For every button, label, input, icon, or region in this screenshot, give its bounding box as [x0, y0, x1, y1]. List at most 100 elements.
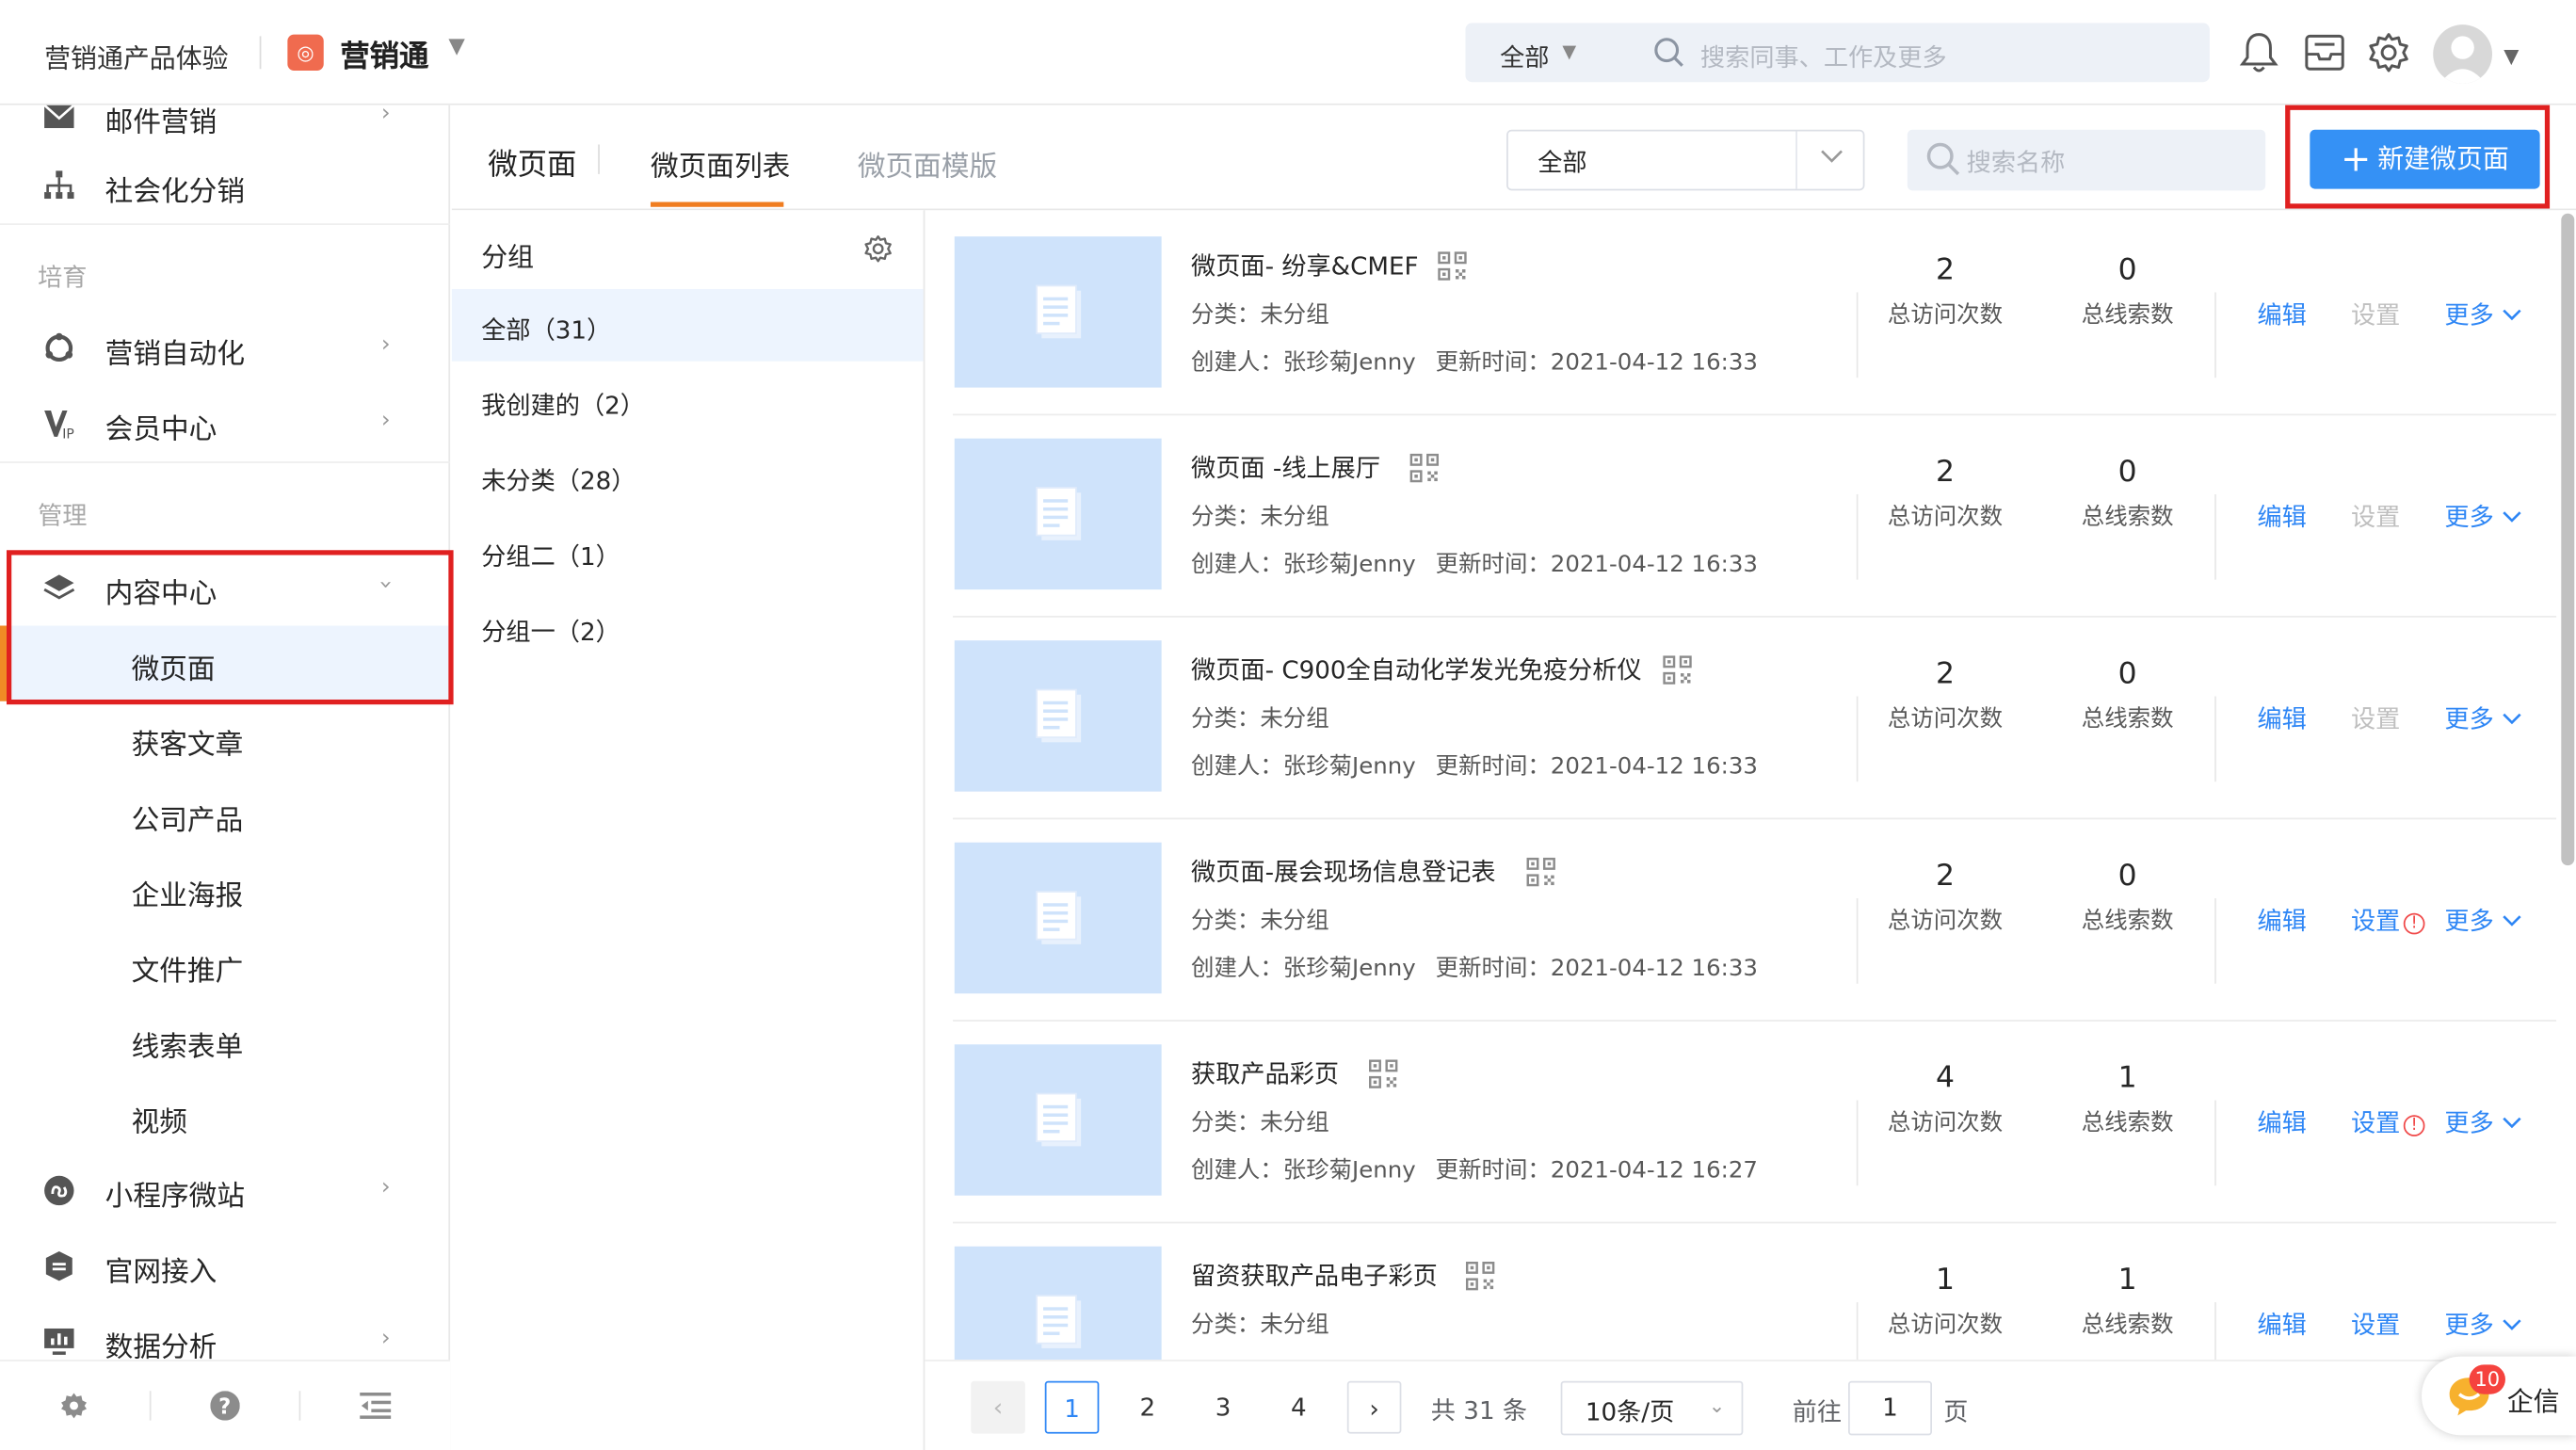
divider: [2214, 493, 2216, 580]
page-thumbnail[interactable]: [954, 1246, 1162, 1361]
page-title-link[interactable]: 微页面-展会现场信息登记表: [1191, 854, 1496, 889]
list-item[interactable]: 微页面- 纷享&CMEF 分类：未分组 创建人：张珍菊Jenny 更新时间：2021-…: [953, 214, 2557, 416]
more-label: 更多: [2444, 300, 2494, 330]
settings-gear-icon[interactable]: [59, 1391, 89, 1420]
divider: [2214, 696, 2216, 782]
caret-down-icon[interactable]: ▼: [448, 35, 464, 59]
page-updated: 更新时间：2021-04-12 16:27: [1435, 1157, 1758, 1184]
brand-name[interactable]: 营销通: [340, 33, 428, 75]
inbox-icon[interactable]: [2302, 29, 2348, 75]
qr-code-icon[interactable]: [1526, 857, 1555, 887]
leads-label: 总线索数: [2081, 1110, 2174, 1136]
divider: [298, 1391, 301, 1421]
edit-link[interactable]: 编辑: [2257, 903, 2306, 938]
leads-stat: 0 总线索数: [2037, 819, 2218, 936]
search-scope-select[interactable]: 全部: [1500, 40, 1549, 74]
edit-link[interactable]: 编辑: [2257, 1105, 2306, 1140]
page-button-3[interactable]: 3: [1196, 1381, 1250, 1434]
qr-code-icon[interactable]: [1369, 1059, 1398, 1088]
search-icon[interactable]: [1652, 36, 1685, 69]
edit-link[interactable]: 编辑: [2257, 701, 2306, 736]
more-label: 更多: [2444, 906, 2494, 937]
list-item[interactable]: 微页面 -线上展厅 分类：未分组 创建人：张珍菊Jenny 更新时间：2021-04-…: [953, 415, 2557, 618]
page-button-4[interactable]: 4: [1272, 1381, 1327, 1434]
page-thumbnail[interactable]: [954, 236, 1162, 388]
more-label: 更多: [2444, 1310, 2494, 1341]
bell-icon[interactable]: [2238, 29, 2280, 75]
page-button-2[interactable]: 2: [1120, 1381, 1175, 1434]
more-dropdown[interactable]: 更多: [2444, 298, 2521, 332]
visits-stat: 2 总访问次数: [1855, 819, 2036, 936]
settings-link[interactable]: 设置!: [2351, 903, 2425, 938]
page-thumbnail[interactable]: [954, 1044, 1162, 1196]
divider: [2214, 898, 2216, 984]
page-meta: 创建人：张珍菊Jenny 更新时间：2021-04-12 16:33: [1191, 749, 1758, 781]
settings-link[interactable]: 设置: [2351, 499, 2400, 534]
edit-link[interactable]: 编辑: [2257, 298, 2306, 332]
visits-count: 2: [1935, 455, 1955, 490]
leads-label: 总线索数: [2081, 301, 2174, 329]
global-search-input[interactable]: 搜索同事、工作及更多: [1700, 40, 1947, 74]
collapse-menu-icon[interactable]: [360, 1391, 392, 1420]
page-button-1[interactable]: 1: [1044, 1380, 1100, 1434]
more-dropdown[interactable]: 更多: [2444, 1307, 2521, 1342]
list-item[interactable]: 微页面-展会现场信息登记表 分类：未分组 创建人：张珍菊Jenny 更新时间：2021…: [953, 819, 2557, 1022]
settings-link[interactable]: 设置: [2351, 701, 2400, 736]
more-dropdown[interactable]: 更多: [2444, 903, 2521, 938]
settings-link[interactable]: 设置: [2351, 1307, 2400, 1342]
page-updated: 更新时间：2021-04-12 16:33: [1435, 552, 1758, 578]
user-avatar[interactable]: [2433, 24, 2493, 84]
more-dropdown[interactable]: 更多: [2444, 701, 2521, 736]
more-dropdown[interactable]: 更多: [2444, 1105, 2521, 1140]
chevron-down-icon: [2503, 915, 2521, 926]
goto-page-input[interactable]: 1: [1848, 1380, 1933, 1436]
list-item[interactable]: 获取产品彩页 分类：未分组 创建人：张珍菊Jenny 更新时间：2021-04-12 …: [953, 1022, 2557, 1224]
divider: [2214, 292, 2216, 379]
help-icon[interactable]: ?: [210, 1391, 240, 1421]
qr-code-icon[interactable]: [1438, 251, 1467, 281]
page-title-link[interactable]: 获取产品彩页: [1191, 1055, 1339, 1090]
settings-gear-icon[interactable]: [2366, 29, 2412, 75]
chevron-down-icon: [2503, 1319, 2521, 1330]
app-name[interactable]: 营销通产品体验: [44, 36, 228, 75]
pagination-total: 共 31 条: [1430, 1395, 1528, 1426]
chat-label[interactable]: 企信: [2507, 1379, 2560, 1419]
settings-link[interactable]: 设置!: [2351, 1105, 2425, 1140]
page-thumbnail[interactable]: [954, 438, 1162, 590]
page-thumbnail[interactable]: [954, 640, 1162, 792]
page-thumbnail[interactable]: [954, 842, 1162, 994]
caret-down-icon[interactable]: ▼: [1562, 41, 1576, 63]
qr-code-icon[interactable]: [1409, 453, 1440, 483]
qr-code-icon[interactable]: [1465, 1261, 1495, 1291]
chevron-down-icon: [2503, 309, 2521, 321]
prev-page-button[interactable]: ‹: [971, 1380, 1025, 1434]
visits-count: 2: [1935, 656, 1955, 692]
edit-link[interactable]: 编辑: [2257, 499, 2306, 534]
scrollbar-thumb[interactable]: [2561, 213, 2575, 866]
leads-stat: 1 总线索数: [2037, 1223, 2218, 1340]
page-title-link[interactable]: 微页面 -线上展厅: [1191, 450, 1380, 485]
page-title-link[interactable]: 微页面- 纷享&CMEF: [1191, 248, 1419, 282]
page-updated: 更新时间：2021-04-12 16:33: [1435, 349, 1758, 377]
list-item[interactable]: 留资获取产品电子彩页分类：未分组创建人：马腾更新时间：2021-04-12 16…: [953, 1223, 2556, 1361]
leads-count: 0: [2117, 859, 2137, 894]
page-title-link[interactable]: 微页面- C900全自动化学发光免疫分析仪: [1191, 652, 1642, 686]
page-size-value[interactable]: 10条/页: [1586, 1394, 1674, 1429]
list-item[interactable]: 微页面- C900全自动化学发光免疫分析仪 分类：未分组 创建人：张珍菊Jenny 更…: [953, 618, 2557, 820]
settings-link[interactable]: 设置: [2351, 298, 2400, 332]
micro-page-list: 微页面- 纷享&CMEF 分类：未分组 创建人：张珍菊Jenny 更新时间：2021-…: [0, 0, 2576, 1361]
more-dropdown[interactable]: 更多: [2444, 499, 2521, 534]
visits-label: 总访问次数: [1887, 1312, 2004, 1339]
caret-down-icon[interactable]: ▼: [2504, 44, 2519, 67]
next-page-button[interactable]: ›: [1346, 1380, 1402, 1434]
divider: [2214, 1302, 2216, 1361]
leads-count: 0: [2117, 656, 2137, 692]
page-title-link[interactable]: 留资获取产品电子彩页: [1191, 1258, 1438, 1293]
chevron-down-icon[interactable]: ⌄: [1709, 1394, 1726, 1417]
leads-stat: 0 总线索数: [2037, 214, 2218, 330]
leads-label: 总线索数: [2081, 1312, 2174, 1339]
edit-link[interactable]: 编辑: [2257, 1307, 2306, 1342]
more-label: 更多: [2444, 502, 2494, 533]
page-creator: 创建人：张珍菊Jenny: [1191, 1157, 1416, 1184]
qr-code-icon[interactable]: [1663, 655, 1692, 685]
